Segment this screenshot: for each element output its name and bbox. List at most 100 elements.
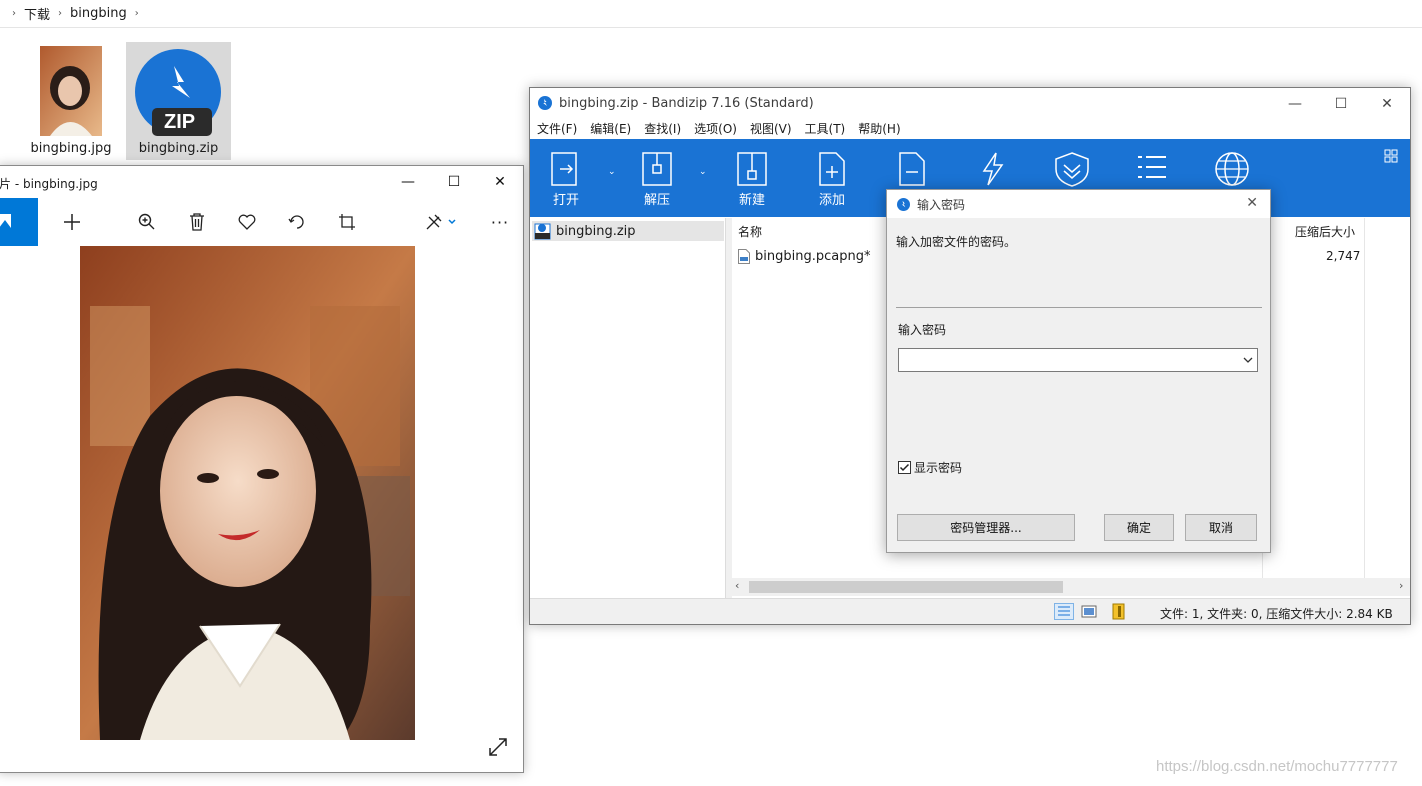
extract-button[interactable]: 解压 xyxy=(629,151,685,208)
chevron-down-icon[interactable]: ⌄ xyxy=(699,167,707,177)
maximize-icon[interactable]: ☐ xyxy=(1318,88,1364,120)
photos-toolbar: ··· xyxy=(0,198,523,246)
window-title: bingbing.zip - Bandizip 7.16 (Standard) xyxy=(559,95,814,111)
password-dialog: 输入密码 ✕ 输入加密文件的密码。 输入密码 显示密码 密码管理器... 确定 … xyxy=(886,189,1271,553)
rotate-icon[interactable] xyxy=(285,210,309,234)
row-file-name: bingbing.pcapng* xyxy=(755,248,871,264)
menu-help[interactable]: 帮助(H) xyxy=(858,120,900,137)
cancel-button[interactable]: 取消 xyxy=(1185,514,1257,541)
menu-find[interactable]: 查找(I) xyxy=(644,120,681,137)
ok-button[interactable]: 确定 xyxy=(1104,514,1174,541)
file-name: bingbing.zip xyxy=(138,141,219,156)
zip-badge: ZIP xyxy=(164,111,196,133)
breadcrumb-item-downloads[interactable]: 下载 xyxy=(24,4,50,23)
file-name: bingbing.jpg xyxy=(30,141,112,156)
bandizip-zip-icon: ZIP xyxy=(134,48,222,136)
dialog-title: 输入密码 xyxy=(917,197,966,212)
close-icon[interactable]: ✕ xyxy=(1246,195,1258,211)
web-button[interactable] xyxy=(1204,151,1260,189)
favorite-icon[interactable] xyxy=(235,210,259,234)
globe-icon xyxy=(1215,152,1249,186)
maximize-icon[interactable]: ☐ xyxy=(431,166,477,198)
breadcrumb-item-folder[interactable]: bingbing xyxy=(70,6,127,21)
minimize-icon[interactable]: — xyxy=(385,166,431,198)
password-combobox[interactable] xyxy=(898,348,1258,372)
menu-file[interactable]: 文件(F) xyxy=(537,120,577,137)
fullscreen-icon[interactable] xyxy=(487,736,511,760)
tree-item-label: bingbing.zip xyxy=(556,223,636,239)
crop-icon[interactable] xyxy=(335,210,359,234)
scrollbar-thumb[interactable] xyxy=(749,581,1063,593)
file-item-jpg[interactable]: bingbing.jpg xyxy=(28,42,114,160)
tree-item-archive[interactable]: bingbing.zip xyxy=(532,221,724,241)
chevron-down-icon[interactable]: ⌄ xyxy=(608,167,616,177)
folder-tree: bingbing.zip xyxy=(530,218,726,598)
antivirus-button[interactable] xyxy=(1044,151,1100,189)
open-button[interactable]: 打开 xyxy=(538,151,594,208)
breadcrumb: › 下载 › bingbing › xyxy=(0,0,1422,28)
add-file-icon xyxy=(819,152,845,186)
more-icon[interactable]: ··· xyxy=(488,210,512,234)
add-label: 添加 xyxy=(818,193,845,208)
password-manager-button[interactable]: 密码管理器... xyxy=(897,514,1075,541)
column-divider xyxy=(1364,218,1365,580)
list-view-button[interactable] xyxy=(1124,151,1180,189)
divider xyxy=(896,307,1262,308)
photo-image xyxy=(80,246,415,740)
window-title: 片 - bingbing.jpg xyxy=(0,176,98,191)
close-icon[interactable]: ✕ xyxy=(477,166,523,198)
menu-edit[interactable]: 编辑(E) xyxy=(590,120,631,137)
close-icon[interactable]: ✕ xyxy=(1364,88,1410,120)
bandizip-logo-icon xyxy=(538,96,552,110)
column-header-packed-size[interactable]: 压缩后大小 xyxy=(1295,223,1355,240)
lock-info-icon[interactable] xyxy=(1110,603,1128,623)
new-archive-label: 新建 xyxy=(738,193,765,208)
dialog-message: 输入加密文件的密码。 xyxy=(896,235,1017,249)
chevron-down-icon[interactable] xyxy=(1243,357,1253,364)
dialog-titlebar[interactable]: 输入密码 ✕ xyxy=(887,190,1270,218)
delete-file-icon xyxy=(899,152,925,186)
status-bar: 文件: 1, 文件夹: 0, 压缩文件大小: 2.84 KB xyxy=(530,598,1410,624)
photos-window: 片 - bingbing.jpg — ☐ ✕ ··· xyxy=(0,165,524,773)
add-icon[interactable] xyxy=(60,210,84,234)
new-archive-button[interactable]: 新建 xyxy=(724,151,780,208)
file-item-zip[interactable]: ZIP bingbing.zip xyxy=(126,42,231,160)
show-password-label: 显示密码 xyxy=(914,461,963,475)
delete-file-button[interactable] xyxy=(884,151,940,189)
delete-icon[interactable] xyxy=(185,210,209,234)
row-packed-size: 2,747 xyxy=(1326,249,1361,263)
layout-toggle-icon[interactable] xyxy=(1384,149,1398,166)
scroll-left-icon[interactable]: ‹ xyxy=(735,579,739,592)
file-icon xyxy=(738,248,750,264)
checkbox-checked-icon[interactable] xyxy=(898,461,911,474)
show-password-checkbox[interactable]: 显示密码 xyxy=(898,459,962,476)
column-header-name[interactable]: 名称 xyxy=(738,223,762,240)
chevron-right-icon: › xyxy=(134,8,139,19)
menu-bar: 文件(F) 编辑(E) 查找(I) 选项(O) 视图(V) 工具(T) 帮助(H… xyxy=(530,118,1410,138)
test-icon xyxy=(982,152,1004,186)
list-icon xyxy=(1138,156,1166,178)
minimize-icon[interactable]: — xyxy=(1272,88,1318,120)
dialog-message-area: 输入加密文件的密码。 xyxy=(887,218,1270,308)
bandizip-logo-icon xyxy=(897,197,910,211)
edit-icon[interactable] xyxy=(423,210,459,234)
thumbnail-view-icon[interactable] xyxy=(1081,605,1097,621)
add-button[interactable]: 添加 xyxy=(804,151,860,208)
menu-view[interactable]: 视图(V) xyxy=(750,120,792,137)
status-text: 文件: 1, 文件夹: 0, 压缩文件大小: 2.84 KB xyxy=(1160,607,1393,621)
scroll-right-icon[interactable]: › xyxy=(1399,579,1403,592)
menu-tools[interactable]: 工具(T) xyxy=(805,120,846,137)
menu-options[interactable]: 选项(O) xyxy=(694,120,737,137)
chevron-right-icon: › xyxy=(12,8,16,19)
zip-file-icon xyxy=(534,223,551,239)
zoom-icon[interactable] xyxy=(135,210,159,234)
shield-icon xyxy=(1055,152,1089,187)
test-button[interactable] xyxy=(964,151,1020,189)
photo-mode-icon[interactable] xyxy=(0,198,38,246)
details-view-icon[interactable] xyxy=(1054,603,1074,620)
open-label: 打开 xyxy=(552,193,579,208)
watermark: https://blog.csdn.net/mochu7777777 xyxy=(1156,758,1398,775)
photo-thumbnail-icon xyxy=(40,46,102,136)
horizontal-scrollbar[interactable]: ‹ › xyxy=(732,578,1410,596)
extract-label: 解压 xyxy=(643,193,670,208)
